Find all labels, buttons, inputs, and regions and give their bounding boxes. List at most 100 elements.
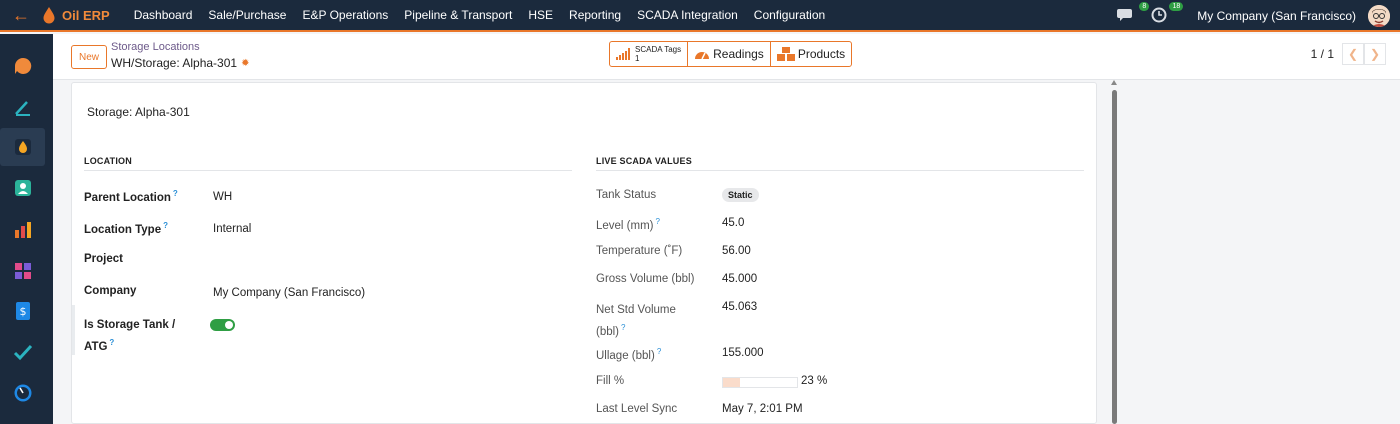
activities-button[interactable]: 18 — [1151, 2, 1184, 25]
messages-button[interactable]: 8 — [1117, 2, 1150, 25]
scrollbar[interactable] — [1111, 80, 1118, 424]
gear-icon[interactable]: ✹ — [241, 58, 249, 69]
storage-tank-label: Is Storage Tank / ATG? — [84, 319, 176, 353]
net-std-volume-label: Net Std Volume (bbl)? — [596, 304, 676, 338]
back-arrow-icon[interactable]: ← — [12, 6, 38, 24]
control-panel: New Storage Locations WH/Storage: Alpha-… — [53, 34, 1400, 80]
project-icon — [13, 344, 32, 361]
main-menu: Dashboard Sale/Purchase E&P Operations P… — [126, 8, 834, 22]
company-switcher[interactable]: My Company (San Francisco) — [1197, 9, 1356, 23]
chevron-left-icon: ❮ — [1347, 47, 1359, 61]
scada-tags-button[interactable]: SCADA Tags 1 — [610, 42, 689, 66]
new-button[interactable]: New — [71, 45, 107, 69]
help-icon[interactable]: ? — [109, 338, 114, 347]
storage-tank-toggle[interactable] — [210, 319, 235, 331]
sidebar-item-reporting[interactable] — [0, 211, 45, 249]
reporting-icon — [14, 222, 31, 238]
sidebar-item-apps[interactable] — [0, 252, 45, 290]
scada-section-divider — [596, 170, 1084, 171]
company-value[interactable]: My Company (San Francisco) — [213, 287, 365, 299]
help-icon[interactable]: ? — [657, 347, 661, 356]
inventory-icon — [14, 139, 31, 155]
app-sidebar: $ — [0, 34, 53, 424]
form-sheet: Storage: Alpha-301 LOCATION LIVE SCADA V… — [71, 82, 1097, 424]
parent-location-value[interactable]: WH — [213, 191, 232, 203]
project-field[interactable] — [213, 255, 513, 269]
temperature-value: 56.00 — [722, 245, 751, 257]
location-section-title: LOCATION — [84, 156, 132, 166]
pager-next-button[interactable]: ❯ — [1364, 43, 1386, 65]
app-brand[interactable]: Oil ERP — [42, 6, 126, 24]
gauge-icon — [695, 52, 710, 60]
help-icon[interactable]: ? — [163, 221, 168, 230]
chat-icon — [1117, 9, 1133, 21]
activities-count-badge: 18 — [1169, 2, 1184, 11]
breadcrumb-parent[interactable]: Storage Locations — [111, 41, 200, 53]
smart-buttons: SCADA Tags 1 Readings Products — [609, 41, 853, 67]
scroll-up-arrow-icon[interactable] — [1111, 80, 1117, 85]
menu-sale-purchase[interactable]: Sale/Purchase — [200, 8, 294, 22]
fill-percent-label: Fill % — [596, 375, 625, 387]
discuss-icon — [14, 57, 31, 74]
parent-location-label: Parent Location? — [84, 189, 178, 204]
menu-configuration[interactable]: Configuration — [746, 8, 833, 22]
last-level-sync-value: May 7, 2:01 PM — [722, 403, 803, 415]
sidebar-item-inventory[interactable] — [0, 128, 45, 166]
scada-tags-label: SCADA Tags — [635, 45, 682, 54]
boxes-icon — [776, 47, 795, 61]
company-label: Company — [84, 285, 137, 297]
help-icon[interactable]: ? — [621, 323, 625, 332]
pager-previous-button[interactable]: ❮ — [1342, 43, 1364, 65]
products-label: Products — [797, 47, 846, 61]
tank-status-label: Tank Status — [596, 189, 657, 201]
project-label: Project — [84, 253, 123, 265]
net-std-volume-value: 45.063 — [722, 301, 758, 313]
user-avatar[interactable] — [1368, 5, 1390, 27]
fill-progress-bar — [722, 377, 798, 388]
pager: 1 / 1 ❮ ❯ — [1311, 43, 1386, 65]
menu-scada-integration[interactable]: SCADA Integration — [629, 8, 746, 22]
help-icon[interactable]: ? — [173, 189, 178, 198]
sidebar-item-contacts[interactable] — [0, 169, 45, 207]
breadcrumb: WH/Storage: Alpha-301 ✹ — [111, 56, 249, 70]
oil-drop-icon — [43, 7, 55, 24]
messages-count-badge: 8 — [1139, 2, 1150, 11]
products-button[interactable]: Products — [771, 42, 851, 66]
pager-value[interactable]: 1 / 1 — [1311, 47, 1334, 61]
contacts-icon — [14, 180, 31, 196]
user-avatar-icon — [1368, 5, 1390, 27]
menu-dashboard[interactable]: Dashboard — [126, 8, 201, 22]
chevron-right-icon: ❯ — [1369, 47, 1381, 61]
menu-ep-operations[interactable]: E&P Operations — [294, 8, 396, 22]
sidebar-item-documents[interactable]: $ — [0, 292, 45, 330]
sidebar-item-approvals[interactable] — [0, 89, 45, 127]
scrollbar-thumb[interactable] — [1112, 90, 1117, 424]
apps-icon — [14, 263, 31, 279]
sidebar-item-dashboards[interactable] — [0, 374, 45, 412]
menu-reporting[interactable]: Reporting — [561, 8, 629, 22]
location-type-value[interactable]: Internal — [213, 223, 251, 235]
scada-section-title: LIVE SCADA VALUES — [596, 156, 692, 166]
menu-hse[interactable]: HSE — [520, 8, 561, 22]
readings-label: Readings — [713, 47, 764, 61]
clock-icon — [1151, 7, 1167, 23]
top-navbar: ← Oil ERP Dashboard Sale/Purchase E&P Op… — [0, 0, 1400, 32]
documents-icon: $ — [15, 302, 30, 320]
fill-progress-fill — [723, 378, 741, 387]
readings-button[interactable]: Readings — [688, 42, 771, 66]
status-badge: Static — [722, 188, 759, 202]
menu-pipeline-transport[interactable]: Pipeline & Transport — [396, 8, 520, 22]
help-icon[interactable]: ? — [656, 217, 660, 226]
location-section-divider — [84, 170, 572, 171]
sidebar-item-project[interactable] — [0, 332, 45, 370]
approvals-icon — [14, 101, 30, 116]
signal-bars-icon — [616, 48, 630, 60]
location-type-label: Location Type? — [84, 221, 168, 236]
gross-volume-value: 45.000 — [722, 273, 758, 285]
app-name: Oil ERP — [62, 7, 110, 23]
last-level-sync-label: Last Level Sync — [596, 403, 678, 415]
record-title: Storage: Alpha-301 — [87, 105, 190, 119]
level-value: 45.0 — [722, 217, 745, 229]
sidebar-item-discuss[interactable] — [0, 47, 45, 85]
scada-tags-count: 1 — [635, 54, 640, 63]
